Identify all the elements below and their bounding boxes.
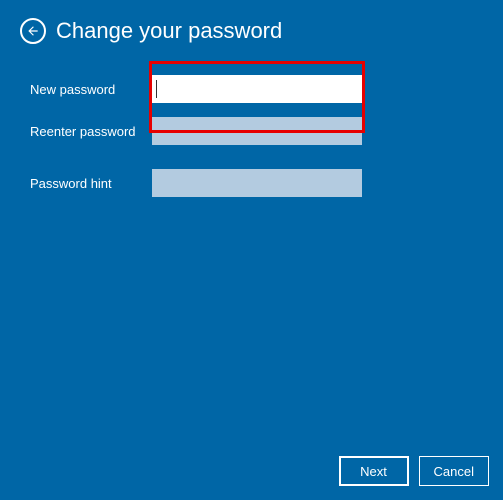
new-password-input[interactable] xyxy=(152,75,362,103)
next-button[interactable]: Next xyxy=(339,456,409,486)
reenter-password-label: Reenter password xyxy=(30,124,152,139)
cancel-button[interactable]: Cancel xyxy=(419,456,489,486)
password-hint-input[interactable] xyxy=(152,169,362,197)
reenter-password-input[interactable] xyxy=(152,117,362,145)
password-hint-label: Password hint xyxy=(30,176,152,191)
reenter-password-input-wrap xyxy=(152,117,362,145)
reenter-password-row: Reenter password xyxy=(30,114,473,148)
footer: Next Cancel xyxy=(339,456,489,486)
new-password-row: New password xyxy=(30,72,473,106)
header: Change your password xyxy=(0,0,503,54)
text-cursor xyxy=(156,80,157,98)
password-hint-row: Password hint xyxy=(30,166,473,200)
new-password-label: New password xyxy=(30,82,152,97)
password-hint-input-wrap xyxy=(152,169,362,197)
arrow-left-icon xyxy=(26,24,40,38)
new-password-input-wrap xyxy=(152,75,362,103)
page-title: Change your password xyxy=(56,18,282,44)
back-button[interactable] xyxy=(20,18,46,44)
change-password-form: New password Reenter password Password h… xyxy=(0,54,503,200)
